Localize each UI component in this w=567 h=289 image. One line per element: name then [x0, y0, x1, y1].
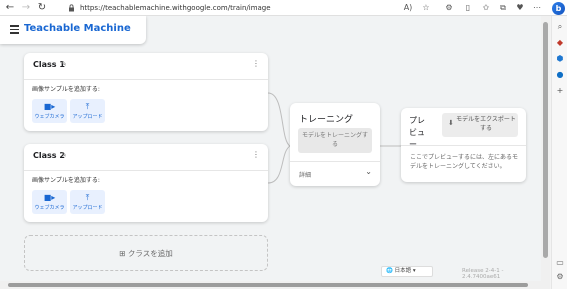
upload-label: アップロード — [72, 205, 103, 211]
language-select[interactable]: 🌐 日本語 ▾ — [381, 266, 433, 277]
read-aloud-icon[interactable]: A) — [402, 2, 414, 14]
card-divider — [24, 79, 268, 80]
language-value: 日本語 — [394, 268, 412, 274]
more-options-icon[interactable]: ⋯ — [531, 2, 543, 14]
export-model-label: モデルをエクスポートする — [456, 116, 516, 132]
train-model-button[interactable]: モデルをトレーニングする — [298, 128, 372, 153]
webcam-button[interactable]: ■▸ ウェブカメラ — [32, 190, 67, 214]
upload-icon: ⤒ — [85, 102, 90, 111]
extensions-icon[interactable]: ⚙ — [443, 2, 455, 14]
add-box-icon: ⊞ — [119, 249, 126, 258]
edit-pencil-icon[interactable]: ✎ — [61, 60, 67, 68]
training-title: トレーニング — [299, 115, 354, 125]
search-icon[interactable]: ⌕ — [555, 22, 565, 32]
export-model-button[interactable]: ⬇ モデルをエクスポートする — [442, 113, 518, 137]
class-card-2: Class 2 ✎ ⋮ 画像サンプルを追加する: ■▸ ウェブカメラ ⤒ アップ… — [24, 144, 268, 222]
webcam-label: ウェブカメラ — [34, 114, 65, 120]
horizontal-scrollbar[interactable] — [0, 281, 550, 289]
forward-icon[interactable]: → — [20, 2, 32, 14]
vertical-scrollbar[interactable] — [541, 16, 550, 281]
tools-icon[interactable]: ⬢ — [555, 54, 565, 64]
outlook-icon[interactable]: ● — [555, 70, 565, 80]
vertical-scroll-thumb[interactable] — [543, 22, 548, 258]
browser-essentials-icon[interactable]: ♥ — [514, 2, 526, 14]
sidebar-settings-icon[interactable]: ⚙ — [555, 272, 565, 282]
upload-label: アップロード — [72, 114, 103, 120]
browser-sidebar: ⌕ ◆ ⬢ ● + ▭ ⚙ — [551, 16, 567, 289]
train-model-label: モデルをトレーニングする — [302, 132, 369, 148]
preview-card: プレビュー ⬇ モデルをエクスポートする ここでプレビューするには、左にあるモデ… — [401, 108, 526, 182]
card-divider — [24, 170, 268, 171]
upload-button[interactable]: ⤒ アップロード — [70, 99, 105, 123]
lock-icon — [69, 4, 74, 12]
training-card: トレーニング モデルをトレーニングする 詳細 ⌄ — [290, 103, 380, 186]
advanced-label[interactable]: 詳細 — [299, 170, 311, 179]
browser-window: ← → ↻ https://teachablemachine.withgoogl… — [0, 0, 567, 289]
split-screen-icon[interactable]: ▯ — [462, 2, 474, 14]
class-options-icon[interactable]: ⋮ — [252, 59, 260, 68]
webcam-button[interactable]: ■▸ ウェブカメラ — [32, 99, 67, 123]
browser-toolbar: ← → ↻ https://teachablemachine.withgoogl… — [0, 0, 567, 16]
class-card-1: Class 1 ✎ ⋮ 画像サンプルを追加する: ■▸ ウェブカメラ ⤒ アップ… — [24, 53, 268, 131]
card-divider — [290, 161, 380, 162]
chevron-down-icon[interactable]: ⌄ — [365, 167, 372, 176]
class-options-icon[interactable]: ⋮ — [252, 150, 260, 159]
upload-icon: ⤒ — [85, 193, 90, 202]
card-divider — [401, 145, 526, 146]
horizontal-scroll-thumb[interactable] — [8, 283, 528, 287]
webcam-label: ウェブカメラ — [34, 205, 65, 211]
add-class-label: クラスを追加 — [127, 249, 173, 258]
address-bar[interactable]: https://teachablemachine.withgoogle.com/… — [62, 1, 388, 15]
preview-message: ここでプレビューするには、左にあるモデルをトレーニングしてください。 — [410, 154, 519, 170]
add-class-button[interactable]: ⊞ クラスを追加 — [24, 235, 268, 271]
upload-button[interactable]: ⤒ アップロード — [70, 190, 105, 214]
export-icon: ⬇ — [448, 119, 454, 127]
add-samples-label: 画像サンプルを追加する: — [32, 86, 100, 93]
refresh-icon[interactable]: ↻ — [36, 2, 48, 14]
collections-icon[interactable]: ⧉ — [497, 2, 509, 14]
url-text: https://teachablemachine.withgoogle.com/… — [80, 4, 271, 12]
edit-pencil-icon[interactable]: ✎ — [61, 151, 67, 159]
sidebar-layout-icon[interactable]: ▭ — [555, 258, 565, 268]
favorite-star-icon[interactable]: ☆ — [420, 2, 432, 14]
version-text: Release 2-4-1 - 2.4.7400ae61 — [462, 268, 504, 280]
add-sidebar-app-icon[interactable]: + — [555, 86, 565, 96]
add-samples-label: 画像サンプルを追加する: — [32, 177, 100, 184]
video-camera-icon: ■▸ — [43, 193, 56, 202]
favorites-icon[interactable]: ✩ — [480, 2, 492, 14]
shopping-icon[interactable]: ◆ — [555, 38, 565, 48]
video-camera-icon: ■▸ — [43, 102, 56, 111]
page-content: Teachable Machine Class 1 ✎ ⋮ 画像サンプルを追加す… — [0, 16, 541, 281]
back-icon[interactable]: ← — [4, 2, 16, 14]
bing-copilot-icon[interactable]: b — [552, 2, 565, 15]
